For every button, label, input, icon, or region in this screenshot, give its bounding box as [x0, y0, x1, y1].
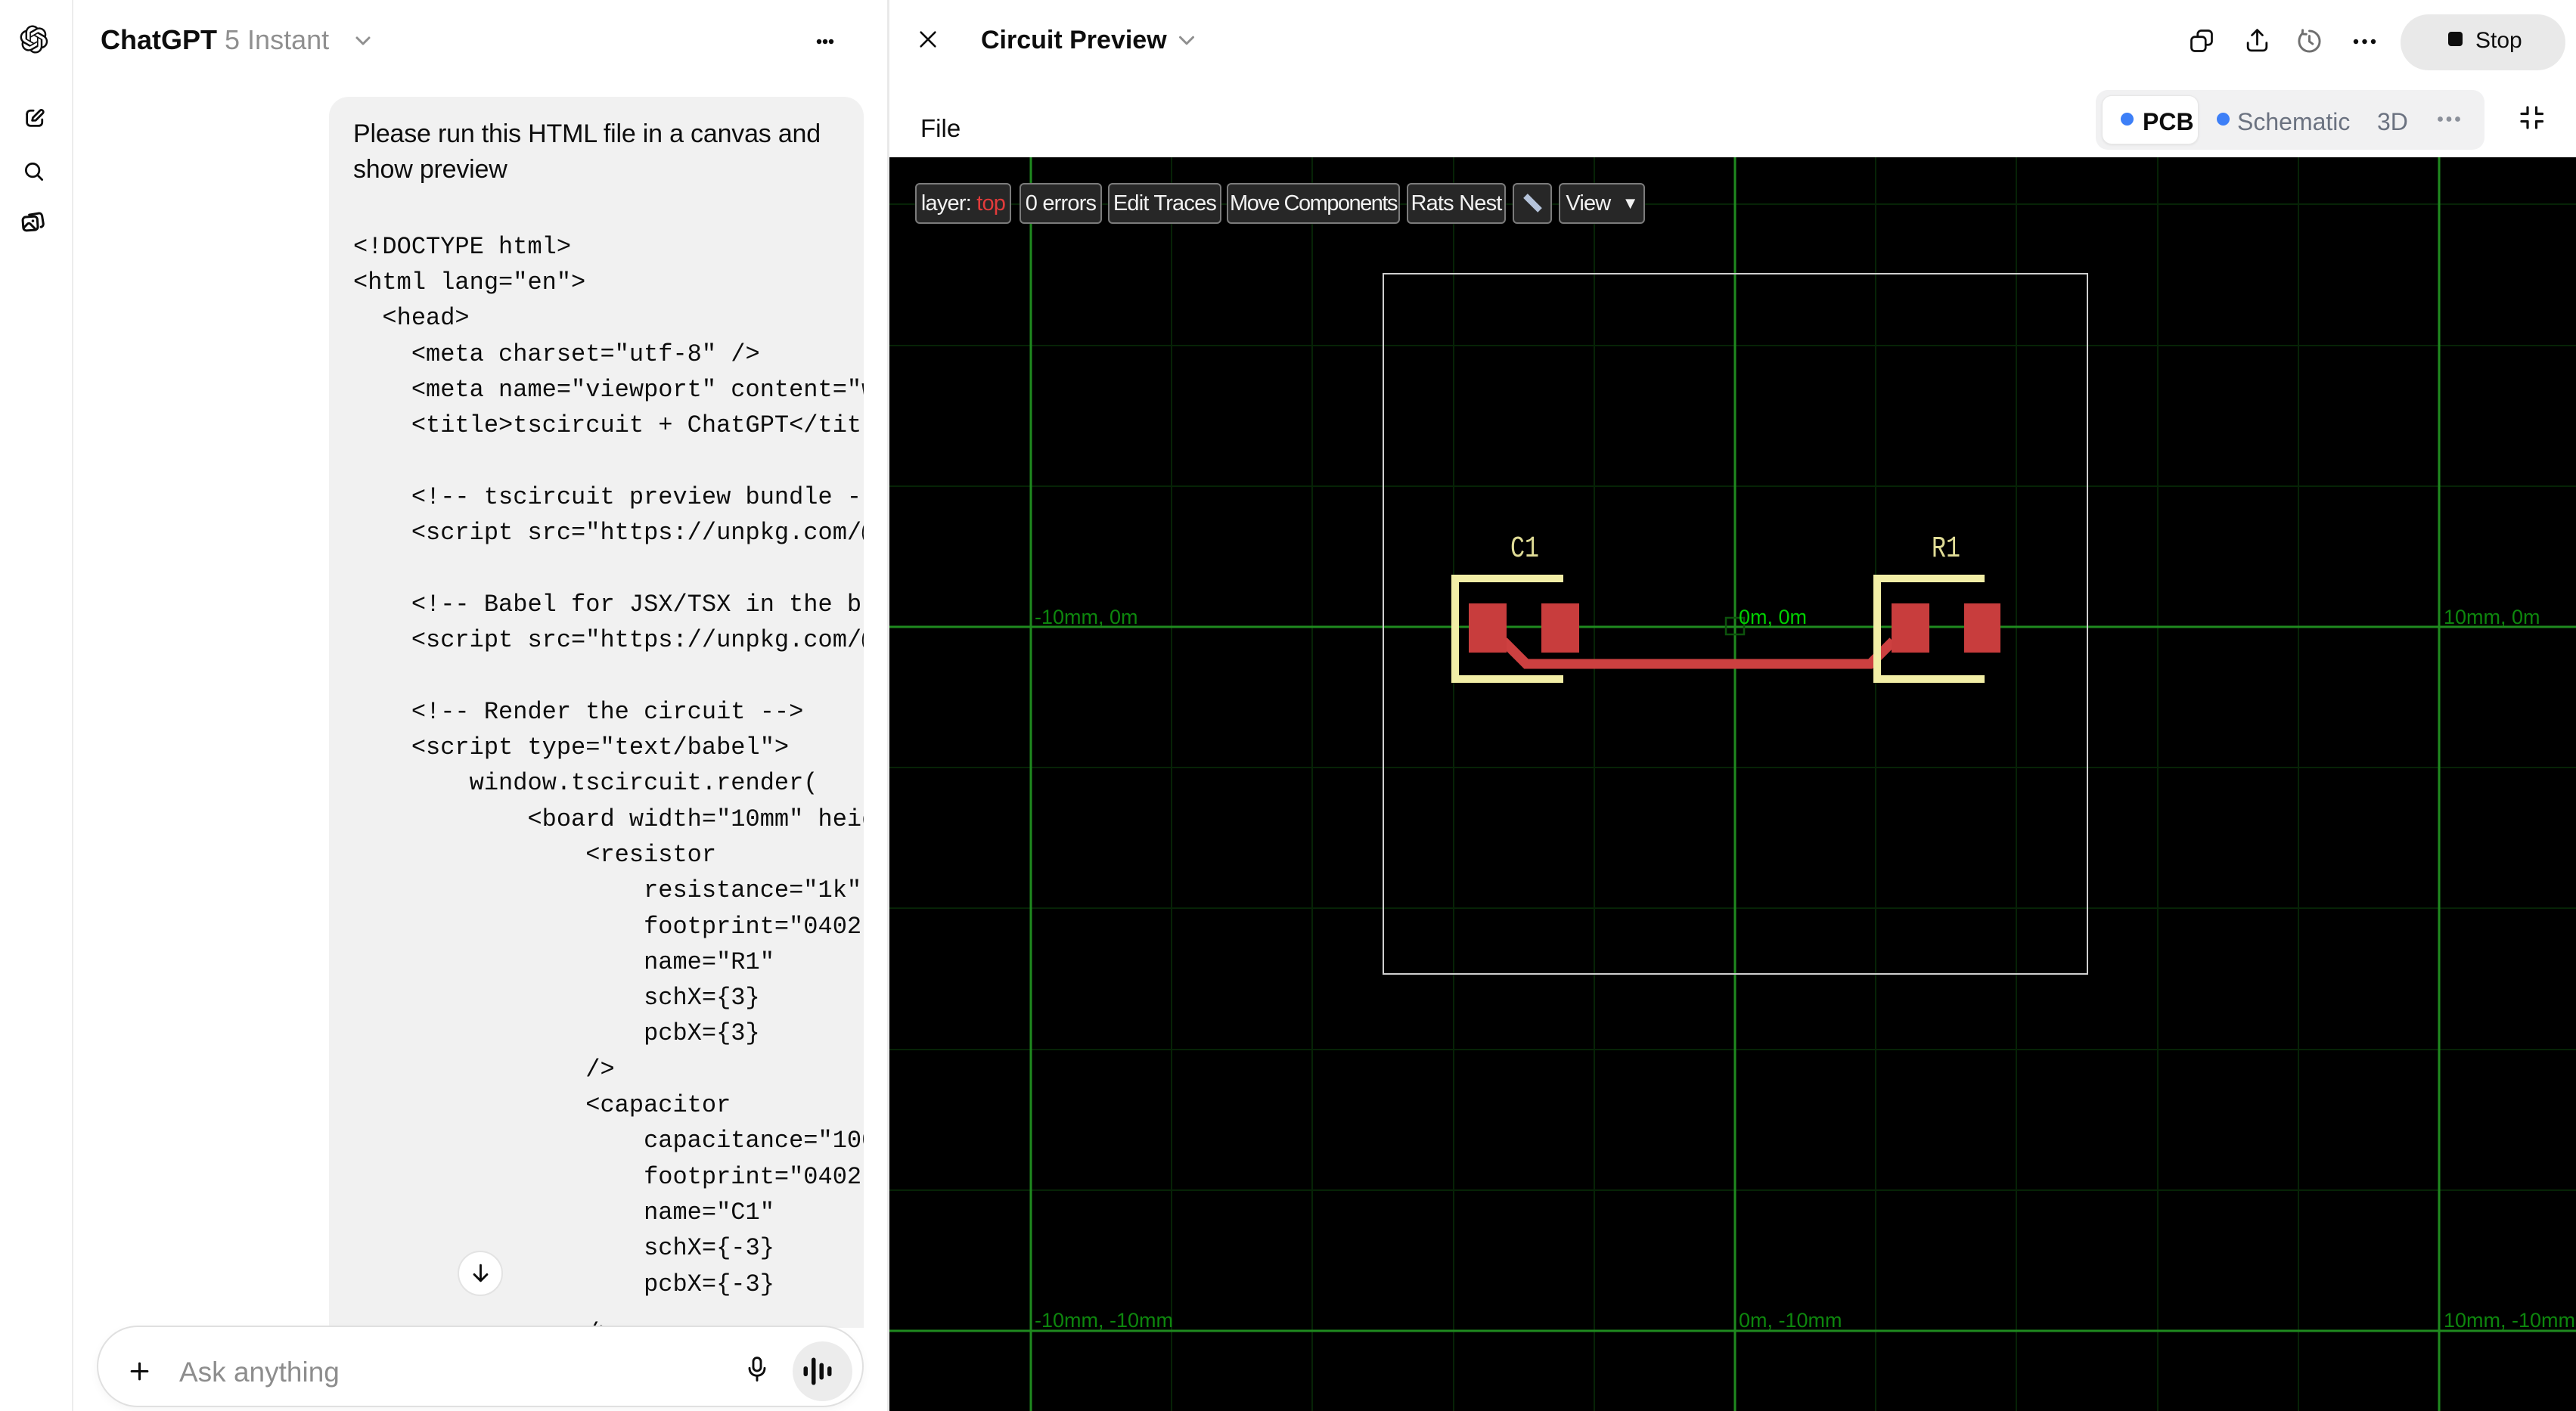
- svg-text:10mm, -10mm: 10mm, -10mm: [2444, 1309, 2575, 1332]
- svg-text:R1: R1: [1932, 532, 1960, 566]
- svg-text:0m, -10mm: 0m, -10mm: [1739, 1309, 1842, 1332]
- svg-text:C1: C1: [1510, 532, 1539, 566]
- svg-text:-10mm, 0m: -10mm, 0m: [1035, 606, 1138, 628]
- svg-text:-10mm, -10mm: -10mm, -10mm: [1035, 1309, 1173, 1332]
- svg-text:10mm, 0m: 10mm, 0m: [2444, 606, 2540, 628]
- svg-text:0m, 0m: 0m, 0m: [1739, 606, 1807, 628]
